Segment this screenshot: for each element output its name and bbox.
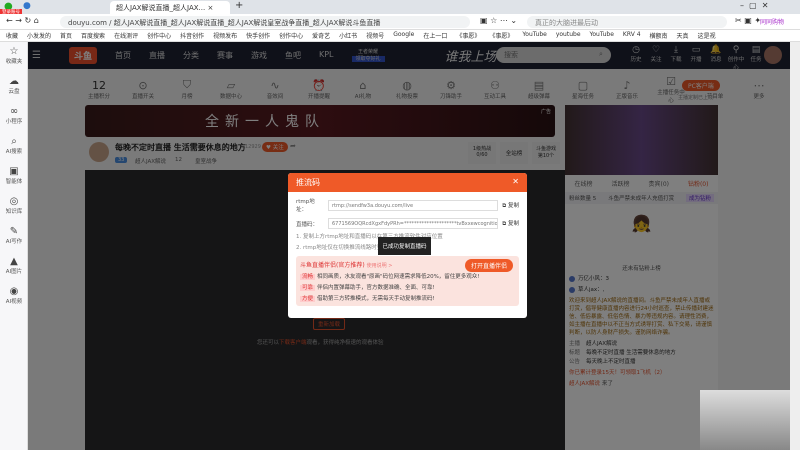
dialog-header: 推流码 ✕ bbox=[288, 173, 527, 192]
feature-line: 可靠 伴侣内置弹幕助手，官方数据准确、全面、可靠! bbox=[300, 283, 515, 291]
bookmark-item[interactable]: 视频号 bbox=[366, 31, 384, 40]
bookmark-item[interactable]: 这是视 bbox=[698, 31, 716, 40]
copy-label: 复制 bbox=[507, 202, 519, 209]
rtmp-field[interactable]: rtmp://sendfw3a.douyu.com/live bbox=[328, 199, 499, 211]
sidebar-label: 收藏夹 bbox=[5, 59, 23, 65]
bookmark-item[interactable]: 《事愿》 bbox=[489, 31, 513, 40]
new-tab-button[interactable]: + bbox=[235, 0, 243, 11]
sidebar-item-image[interactable]: ▲ AI图片 bbox=[0, 252, 28, 282]
bookmark-item[interactable]: Google bbox=[393, 31, 414, 40]
toolbar-icons[interactable]: ✂ ▣ ✦ bbox=[735, 16, 761, 25]
bookmark-item[interactable]: KRV 4 bbox=[623, 31, 641, 40]
feature-text: 借助第三方转推模式，无需每天手动复制推流码! bbox=[317, 296, 435, 302]
rtmp-label: rtmp地址： bbox=[296, 199, 315, 213]
bookmark-item[interactable]: youtube bbox=[556, 31, 581, 40]
active-tab[interactable]: 超人JAX解说直播_超人JAX... × bbox=[110, 1, 230, 14]
edit-icon: ✎ bbox=[9, 226, 19, 237]
bookmark-item[interactable]: 创作中心 bbox=[147, 31, 171, 40]
bookmark-item[interactable]: 在线测评 bbox=[114, 31, 138, 40]
bookmarks-bar: 收藏 小发发的 首页 百度搜索 在线测评 创作中心 抖音创作 视频发布 快手创作 创作中心 爱奇艺小… bbox=[0, 30, 800, 42]
image-icon: ▲ bbox=[10, 256, 18, 267]
copy-label: 复制 bbox=[507, 221, 519, 227]
feature-line: 方便 借助第三方转推模式，无需每天手动复制推流码! bbox=[300, 294, 515, 302]
sidebar-item-target[interactable]: ◎ 知识库 bbox=[0, 192, 28, 222]
search-icon: ⌕ bbox=[11, 136, 17, 147]
bookmark-item[interactable]: 《事愿》 bbox=[456, 31, 480, 40]
close-tab-icon[interactable]: × bbox=[207, 4, 213, 12]
feature-tag: 可靠 bbox=[300, 285, 316, 291]
extension-label[interactable]: 同同购物 bbox=[760, 17, 784, 26]
feature-tag: 流畅 bbox=[300, 274, 316, 280]
sidebar-item-star[interactable]: ☆ 收藏夹 bbox=[0, 42, 28, 72]
copy-toast: 已成功复制直播码 bbox=[378, 237, 431, 255]
bookmark-item[interactable]: 抖音创作 bbox=[180, 31, 204, 40]
sidebar-label: AI写作 bbox=[5, 239, 23, 245]
bookmark-item[interactable]: 天真 bbox=[677, 31, 689, 40]
nav-buttons[interactable]: ← → ↻ ⌂ bbox=[6, 16, 39, 25]
bookmark-item[interactable]: 小红书 bbox=[339, 31, 357, 40]
close-icon[interactable]: ✕ bbox=[512, 177, 519, 186]
sidebar-item-link[interactable]: ∞ 小程序 bbox=[0, 102, 28, 132]
sidebar-label: AI图片 bbox=[5, 269, 23, 275]
copy-rtmp-button[interactable]: ⧉ 复制 bbox=[502, 201, 519, 210]
sidebar-label: AI搜索 bbox=[5, 149, 23, 155]
bookmark-item[interactable]: 视频发布 bbox=[213, 31, 237, 40]
webcam-overlay bbox=[700, 390, 790, 450]
video-icon: ◉ bbox=[9, 286, 19, 297]
url-input[interactable]: douyu.com / 超人JAX解说直播_超人JAX解说直播_超人JAX解说皇… bbox=[60, 16, 470, 28]
key-label: 直播码： bbox=[296, 221, 319, 228]
companion-promo: 斗鱼直播伴侣(官方推荐) 使用说明 > 打开直播伴侣 流畅 相同画质，水友观看"原… bbox=[296, 256, 519, 306]
cloud-icon: ☁ bbox=[9, 76, 19, 87]
sidebar-item-bot[interactable]: ▣ 智能体 bbox=[0, 162, 28, 192]
sidebar-item-edit[interactable]: ✎ AI写作 bbox=[0, 222, 28, 252]
left-sidebar: ☆ 收藏夹 ☁ 云盘 ∞ 小程序 ⌕ AI搜索 ▣ 智能体 ◎ 知识库 ✎ AI写作 ▲ AI图片 ◉ AI视频 bbox=[0, 42, 28, 450]
bookmark-item[interactable]: 百度搜索 bbox=[81, 31, 105, 40]
pinned-tab-icon[interactable]: ● bbox=[23, 1, 31, 11]
stream-key-field[interactable]: 6771569OQRcdXgxFdyPRh=******************… bbox=[328, 218, 499, 229]
target-icon: ◎ bbox=[9, 196, 19, 207]
link-icon: ∞ bbox=[9, 106, 19, 117]
bookmark-item[interactable]: 横额南 bbox=[650, 31, 668, 40]
address-bar-row: ← → ↻ ⌂ douyu.com / 超人JAX解说直播_超人JAX解说直播_… bbox=[0, 14, 800, 30]
sidebar-item-video[interactable]: ◉ AI视频 bbox=[0, 282, 28, 312]
bookmark-item[interactable]: 快手创作 bbox=[246, 31, 270, 40]
address-actions[interactable]: ▣ ☆ ⋯ ⌄ bbox=[480, 16, 517, 25]
sidebar-label: 小程序 bbox=[5, 119, 23, 125]
bookmark-item[interactable]: 收藏 bbox=[6, 31, 18, 40]
feature-text: 伴侣内置弹幕助手，官方数据准确、全面、可靠! bbox=[317, 285, 435, 291]
feature-tag: 方便 bbox=[300, 296, 316, 302]
dialog-title: 推流码 bbox=[296, 178, 320, 187]
open-companion-button[interactable]: 打开直播伴侣 bbox=[464, 259, 513, 272]
usage-link[interactable]: 使用说明 > bbox=[367, 263, 393, 269]
sidebar-label: 知识库 bbox=[5, 209, 23, 215]
window-controls[interactable]: – ▢ ✕ bbox=[740, 1, 768, 10]
sidebar-item-cloud[interactable]: ☁ 云盘 bbox=[0, 72, 28, 102]
bookmark-item[interactable]: 首页 bbox=[60, 31, 72, 40]
bookmark-item[interactable]: 小发发的 bbox=[27, 31, 51, 40]
sidebar-label: 云盘 bbox=[8, 89, 20, 95]
sidebar-label: 智能体 bbox=[5, 179, 23, 185]
bookmark-item[interactable]: YouTube bbox=[590, 31, 614, 40]
bookmark-item[interactable]: 创作中心 bbox=[279, 31, 303, 40]
sidebar-item-search[interactable]: ⌕ AI搜索 bbox=[0, 132, 28, 162]
promo-title: 斗鱼直播伴侣(官方推荐) bbox=[300, 262, 365, 269]
star-icon: ☆ bbox=[9, 46, 19, 57]
sidebar-label: AI视频 bbox=[5, 299, 23, 305]
bookmark-item[interactable]: 在上一口 bbox=[423, 31, 447, 40]
feature-line: 流畅 相同画质，水友观看"原画"码位网速需求降低20%，留住更多观众! bbox=[300, 272, 515, 280]
tab-title: 超人JAX解说直播_超人JAX... bbox=[116, 4, 206, 12]
feature-text: 相同画质，水友观看"原画"码位网速需求降低20%，留住更多观众! bbox=[317, 274, 480, 280]
browser-tab-bar: ● 登录账号 ● 超人JAX解说直播_超人JAX... × + – ▢ ✕ bbox=[0, 0, 800, 15]
copy-key-button[interactable]: ⧉ 复制 bbox=[502, 219, 519, 228]
bookmark-item[interactable]: YouTube bbox=[522, 31, 546, 40]
browser-search-input[interactable]: 真正的大脑进最后动 bbox=[527, 16, 727, 28]
bot-icon: ▣ bbox=[9, 166, 19, 177]
bookmark-item[interactable]: 爱奇艺 bbox=[312, 31, 330, 40]
